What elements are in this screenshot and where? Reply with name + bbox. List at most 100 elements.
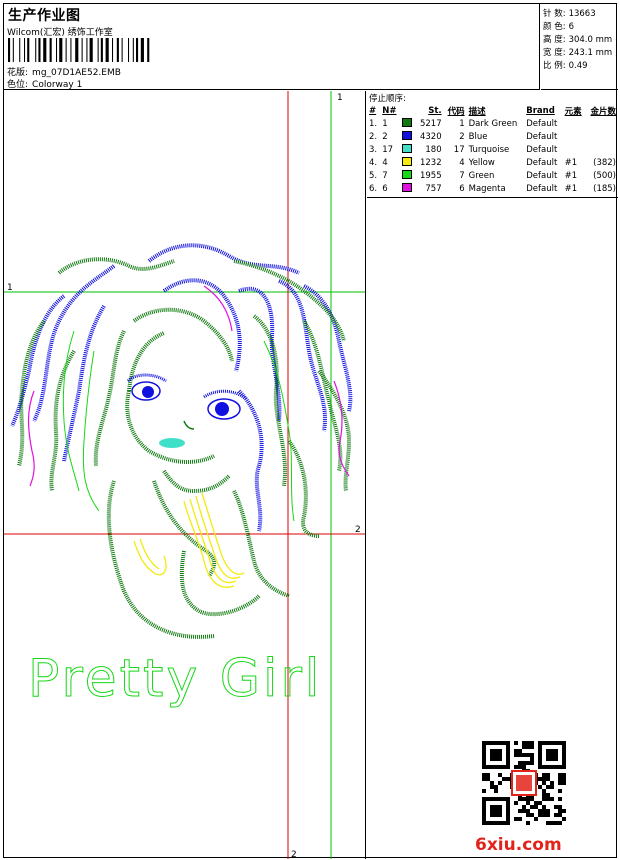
cell-swatch	[400, 143, 415, 156]
cell-sequins	[586, 117, 618, 130]
stat-colors-label: 颜 色:	[543, 22, 566, 32]
cell-n: 1	[382, 118, 388, 129]
cell-stitches: 4320	[419, 131, 442, 142]
cell-num: 1.	[369, 118, 378, 129]
cell-code: 7	[459, 170, 465, 181]
cell-code: 1	[459, 118, 465, 129]
stat-colors-value: 6	[568, 22, 574, 32]
stat-scale-label: 比 例:	[543, 61, 566, 71]
cell-description: Turquoise	[468, 144, 510, 155]
cell-swatch	[400, 156, 415, 169]
cell-n: 2	[382, 131, 388, 142]
cell-swatch	[400, 182, 415, 195]
cell-element: #1	[564, 170, 578, 181]
stat-height-label: 高 度:	[543, 35, 566, 45]
qr-seal-icon	[516, 775, 532, 791]
cell-description: Magenta	[468, 183, 506, 194]
stat-height-value: 304.0 mm	[568, 35, 613, 45]
col-code: 代码	[447, 106, 465, 117]
figure-outline-stitches	[106, 331, 290, 639]
watermark-number: 6	[475, 835, 487, 855]
embroidery-preview: 1 1 2 2 Pretty Girl	[4, 91, 365, 859]
cell-code: 6	[459, 183, 465, 194]
header-panel: 生产作业图 Wilcom(汇宏) 绣饰工作室 花版: mg_07D1AE52.EM…	[4, 4, 540, 90]
col-swatch	[400, 104, 415, 117]
nose-stitch	[183, 420, 195, 430]
qr-code	[482, 741, 566, 825]
cell-num: 3.	[369, 144, 378, 155]
cell-description: Yellow	[468, 157, 495, 168]
cell-brand: Default	[526, 183, 558, 194]
company-name: Wilcom(汇宏) 绣饰工作室	[7, 28, 113, 38]
cell-n: 6	[382, 183, 388, 194]
stop-table-header: # N# St. 代码 描述 Brand 元素 金片数	[367, 104, 618, 117]
color-swatch	[402, 118, 413, 127]
cell-sequins: (185)	[593, 183, 616, 194]
col-description: 描述	[468, 106, 486, 117]
col-n: N#	[382, 105, 397, 116]
color-swatch	[402, 131, 413, 140]
barcode	[8, 38, 150, 62]
cell-num: 5.	[369, 170, 378, 181]
col-brand: Brand	[526, 105, 555, 116]
stat-scale-value: 0.49	[568, 61, 588, 71]
color-swatch	[402, 157, 413, 166]
cell-code: 4	[459, 157, 465, 168]
lettering-pretty-girl: Pretty Girl	[28, 649, 322, 709]
cell-description: Blue	[468, 131, 488, 142]
cell-brand: Default	[526, 131, 558, 142]
cell-element: #1	[564, 183, 578, 194]
cell-element	[563, 117, 586, 130]
hair-magenta-stitches	[27, 285, 350, 487]
cell-brand: Default	[526, 170, 558, 181]
colorway-line: 色位: Colorway 1	[7, 77, 82, 90]
cell-sequins	[586, 130, 618, 143]
stop-table-divider	[367, 197, 618, 198]
cell-num: 6.	[369, 183, 378, 194]
stat-scale: 比 例: 0.49	[543, 59, 588, 71]
stop-table-row: 5. 7 1955 7 Green Default #1 (500)	[367, 169, 618, 182]
col-stitches: St.	[428, 105, 442, 116]
stat-stitches: 针 数: 13663	[543, 7, 596, 19]
color-swatch	[402, 144, 413, 153]
cell-stitches: 5217	[419, 118, 442, 129]
eyes-stitches	[126, 373, 247, 420]
marker-left-1: 1	[7, 283, 13, 293]
stat-width: 宽 度: 243.1 mm	[543, 46, 612, 58]
cell-brand: Default	[526, 157, 558, 168]
production-sheet: 生产作业图 Wilcom(汇宏) 绣饰工作室 花版: mg_07D1AE52.EM…	[3, 3, 618, 859]
colorway-name: Colorway 1	[32, 80, 83, 90]
stop-table-row: 6. 6 757 6 Magenta Default #1 (185)	[367, 182, 618, 195]
cell-description: Dark Green	[468, 118, 518, 129]
cell-stitches: 1232	[419, 157, 442, 168]
cell-stitches: 1955	[419, 170, 442, 181]
marker-top-1: 1	[337, 93, 343, 103]
cell-n: 7	[382, 170, 388, 181]
cell-swatch	[400, 117, 415, 130]
stat-stitches-label: 针 数:	[543, 9, 566, 19]
watermark-text: xiu.com	[486, 835, 562, 855]
cell-n: 4	[382, 157, 388, 168]
stop-sequence-title: 停止顺序:	[369, 94, 406, 104]
stat-stitches-value: 13663	[568, 9, 596, 19]
sheet-title: 生产作业图	[8, 8, 81, 24]
stop-table-row: 2. 2 4320 2 Blue Default	[367, 130, 618, 143]
color-swatch	[402, 170, 413, 179]
stop-sequence-panel: 停止顺序: # N# St. 代码 描述 Brand 元素 金片数 1. 1 521…	[367, 91, 618, 859]
marker-bottom-2: 2	[291, 850, 297, 859]
cell-sequins: (500)	[593, 170, 616, 181]
stat-height: 高 度: 304.0 mm	[543, 33, 612, 45]
stop-table-row: 3. 17 180 17 Turquoise Default	[367, 143, 618, 156]
watermark-logo: 6xiu.com	[475, 835, 562, 855]
cell-sequins: (382)	[593, 157, 616, 168]
cell-n: 17	[382, 144, 394, 155]
cell-sequins	[586, 143, 618, 156]
cell-swatch	[400, 130, 415, 143]
cell-brand: Default	[526, 118, 558, 129]
stat-colors: 颜 色: 6	[543, 20, 574, 32]
stop-sequence-table: # N# St. 代码 描述 Brand 元素 金片数 1. 1 5217 1 Dark…	[367, 104, 618, 195]
cell-element	[563, 130, 586, 143]
colorway-label: 色位:	[7, 80, 29, 90]
cell-swatch	[400, 169, 415, 182]
col-num: #	[369, 105, 377, 116]
